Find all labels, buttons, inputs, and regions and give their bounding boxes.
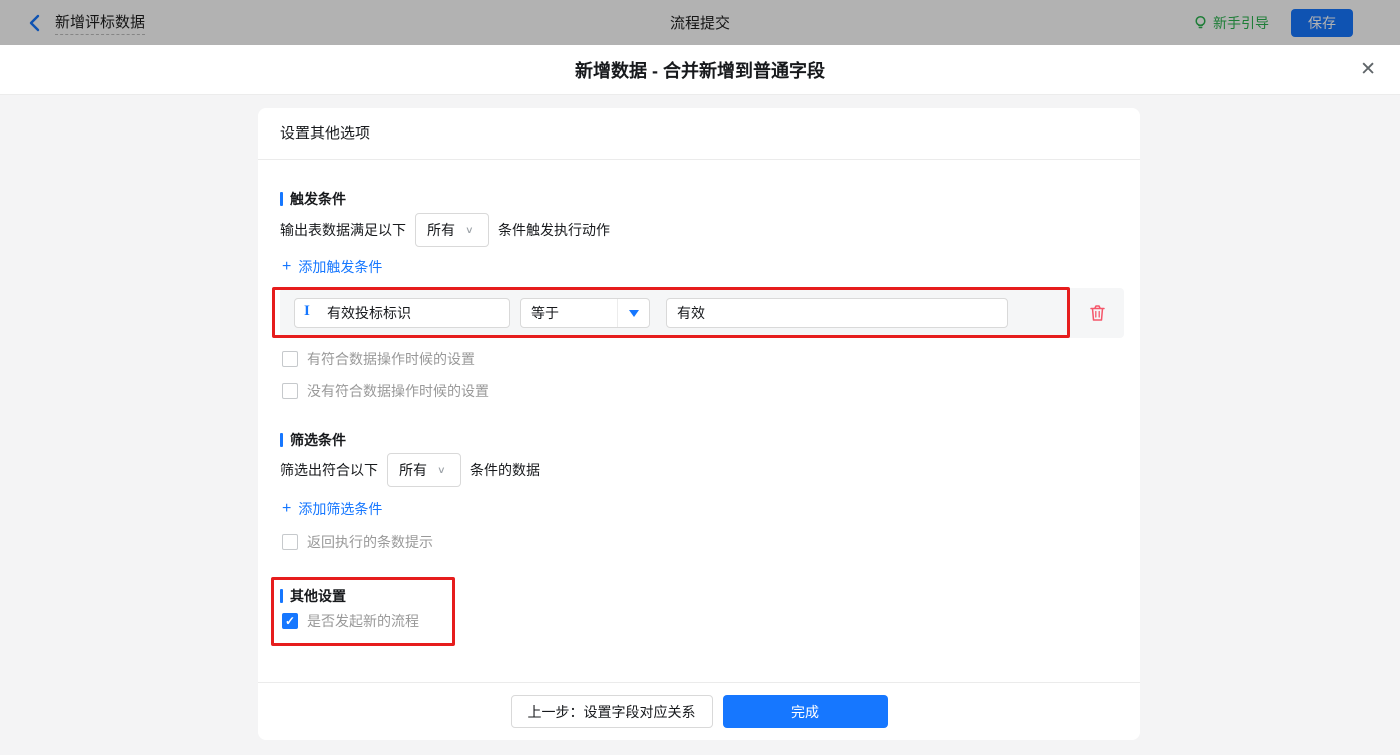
plus-icon: + <box>282 502 291 516</box>
topbar: 新增评标数据 流程提交 新手引导 保存 <box>0 0 1400 45</box>
check-icon: ✓ <box>285 614 295 628</box>
filter-match-select[interactable]: 所有 ∨ <box>387 453 461 487</box>
filter-match-row: 筛选出符合以下 所有 ∨ 条件的数据 <box>280 453 540 487</box>
trigger-condition-row: I 等于 <box>280 288 1124 338</box>
checkbox-has-match-label: 有符合数据操作时候的设置 <box>307 349 475 369</box>
add-trigger-condition-link[interactable]: + 添加触发条件 <box>282 257 382 277</box>
trigger-match-prefix: 输出表数据满足以下 <box>280 220 406 240</box>
checkbox-no-match-label: 没有符合数据操作时候的设置 <box>307 381 489 401</box>
card-footer: 上一步：设置字段对应关系 完成 <box>258 682 1140 740</box>
checkbox-has-match[interactable] <box>282 351 298 367</box>
filter-match-suffix: 条件的数据 <box>470 460 540 480</box>
checkbox-new-flow-label: 是否发起新的流程 <box>307 611 419 631</box>
dialog-title: 新增数据 - 合并新增到普通字段 <box>0 45 1400 95</box>
checkbox-row-new-flow: ✓ 是否发起新的流程 <box>282 611 419 631</box>
dialog-header: 新增数据 - 合并新增到普通字段 ✕ <box>0 45 1400 95</box>
delete-condition-icon[interactable] <box>1089 304 1106 322</box>
filter-match-prefix: 筛选出符合以下 <box>280 460 378 480</box>
trigger-match-select[interactable]: 所有 ∨ <box>415 213 489 247</box>
section-marker <box>280 192 283 206</box>
checkbox-row-has-match: 有符合数据操作时候的设置 <box>282 349 475 369</box>
checkbox-new-flow[interactable]: ✓ <box>282 613 298 629</box>
condition-operator-select[interactable]: 等于 <box>520 298 650 328</box>
chevron-down-icon: ∨ <box>465 224 474 235</box>
chevron-down-icon: ∨ <box>437 464 446 475</box>
settings-card: 设置其他选项 触发条件 输出表数据满足以下 所有 ∨ 条件触发执行动作 + 添加… <box>258 108 1140 740</box>
checkbox-count-tip[interactable] <box>282 534 298 550</box>
section-marker <box>280 433 283 447</box>
section-marker <box>280 589 283 603</box>
prev-step-button[interactable]: 上一步：设置字段对应关系 <box>511 695 713 728</box>
text-field-type-icon: I <box>304 303 310 320</box>
caret-down-icon <box>617 299 649 327</box>
section-trigger-title: 触发条件 <box>280 189 346 209</box>
checkbox-no-match[interactable] <box>282 383 298 399</box>
checkbox-count-tip-label: 返回执行的条数提示 <box>307 532 433 552</box>
modal-dim-mask <box>0 0 1400 45</box>
checkbox-row-no-match: 没有符合数据操作时候的设置 <box>282 381 489 401</box>
section-other-title: 其他设置 <box>280 586 346 606</box>
card-header-title: 设置其他选项 <box>258 108 1140 160</box>
condition-field-input[interactable] <box>294 298 510 328</box>
section-filter-title: 筛选条件 <box>280 430 346 450</box>
trigger-match-row: 输出表数据满足以下 所有 ∨ 条件触发执行动作 <box>280 213 610 247</box>
checkbox-row-count-tip: 返回执行的条数提示 <box>282 532 433 552</box>
done-button[interactable]: 完成 <box>723 695 888 728</box>
trigger-match-suffix: 条件触发执行动作 <box>498 220 610 240</box>
condition-value-input[interactable] <box>666 298 1008 328</box>
close-icon[interactable]: ✕ <box>1360 57 1376 83</box>
plus-icon: + <box>282 260 291 274</box>
add-filter-condition-link[interactable]: + 添加筛选条件 <box>282 499 382 519</box>
